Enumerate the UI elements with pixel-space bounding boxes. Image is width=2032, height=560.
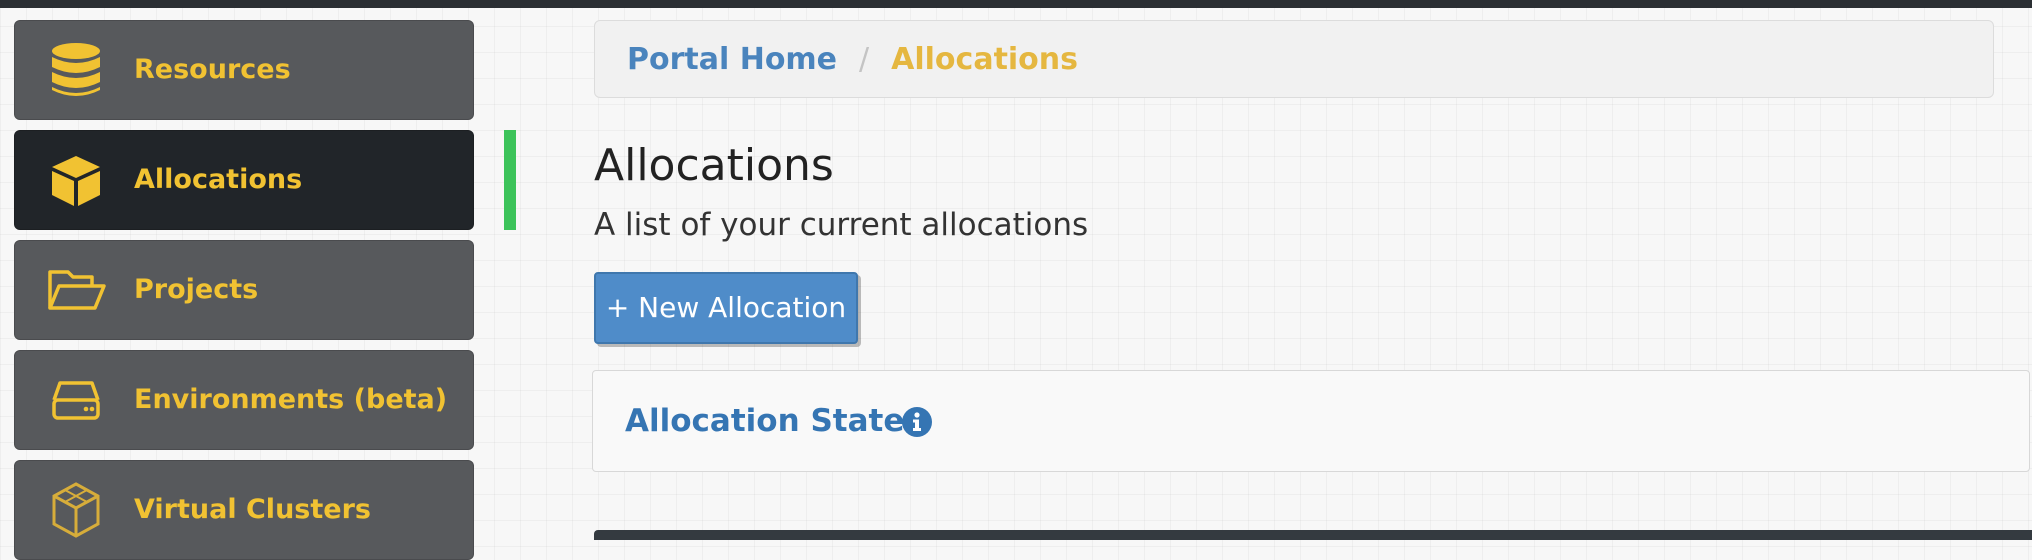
cube-icon (46, 150, 106, 210)
breadcrumb-home-link[interactable]: Portal Home (627, 42, 837, 77)
hard-drive-icon (46, 370, 106, 430)
database-icon (46, 40, 106, 100)
sidebar-item-label: Environments (beta) (134, 384, 448, 415)
allocation-states-toggle[interactable]: Allocation States (625, 371, 923, 471)
info-icon[interactable] (901, 406, 933, 438)
sidebar-item-projects[interactable]: Projects (14, 240, 474, 340)
sidebar-item-allocations[interactable]: Allocations (14, 130, 474, 230)
sidebar-item-label: Projects (134, 274, 259, 305)
folder-open-icon (46, 260, 106, 320)
sidebar-item-virtual-clusters[interactable]: Virtual Clusters (14, 460, 474, 560)
new-allocation-button[interactable]: + New Allocation (594, 272, 858, 344)
page-subtitle: A list of your current allocations (594, 207, 1089, 243)
breadcrumb: Portal Home / Allocations (594, 20, 1994, 98)
active-indicator (504, 130, 516, 230)
page-title: Allocations (594, 140, 834, 191)
sidebar-item-label: Resources (134, 54, 291, 85)
sidebar-item-environments[interactable]: Environments (beta) (14, 350, 474, 450)
breadcrumb-separator: / (859, 41, 870, 77)
breadcrumb-current: Allocations (891, 41, 1079, 77)
cluster-cube-icon (46, 480, 106, 540)
allocation-states-panel: Allocation States (592, 370, 2030, 472)
table-header-strip (594, 530, 2032, 540)
top-bar (0, 0, 2032, 8)
sidebar-item-resources[interactable]: Resources (14, 20, 474, 120)
sidebar-item-label: Virtual Clusters (134, 494, 371, 525)
sidebar-item-label: Allocations (134, 164, 303, 195)
